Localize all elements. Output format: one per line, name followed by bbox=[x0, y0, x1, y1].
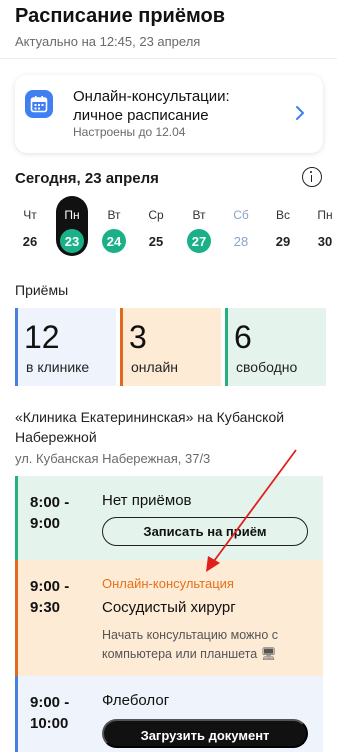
slot-title: Сосудистый хирург bbox=[102, 599, 236, 616]
slot-title: Флеболог bbox=[102, 692, 170, 709]
day-item[interactable]: Чт 26 bbox=[14, 196, 46, 256]
day-number: 27 bbox=[191, 234, 207, 249]
header-divider bbox=[0, 58, 337, 59]
day-number: 28 bbox=[233, 234, 249, 249]
calendar-icon bbox=[25, 90, 53, 118]
online-card-title: Онлайн-консультации: личное расписание bbox=[73, 88, 230, 124]
upload-document-button[interactable]: Загрузить документ bbox=[102, 719, 308, 748]
day-number: 26 bbox=[22, 234, 38, 249]
today-label: Сегодня, 23 апреля bbox=[15, 170, 159, 187]
day-strip: Чт 26 Пн 23 Вт 24 Ср 25 Вт 27 Сб 28 Вс 2… bbox=[0, 196, 337, 256]
day-weekday: Вт bbox=[107, 208, 121, 222]
info-icon[interactable] bbox=[302, 167, 322, 187]
stat-accent-bar bbox=[15, 308, 18, 386]
slot-accent-bar bbox=[15, 676, 18, 752]
online-card-subtitle: Настроены до 12.04 bbox=[73, 125, 186, 139]
stat-value: 12 bbox=[24, 319, 60, 355]
stat-value: 6 bbox=[234, 319, 252, 355]
stat-accent-bar bbox=[120, 308, 123, 386]
clinic-name: «Клиника Екатерининская» на Кубанской На… bbox=[15, 409, 285, 445]
day-weekday: Чт bbox=[23, 208, 37, 222]
stat-label: в клинике bbox=[26, 359, 90, 375]
updated-timestamp: Актуально на 12:45, 23 апреля bbox=[15, 34, 201, 49]
time-slot: 9:00 - 10:00 Флеболог Загрузить документ bbox=[15, 676, 323, 752]
clinic-address: ул. Кубанская Набережная, 37/3 bbox=[15, 451, 211, 466]
day-weekday: Пн bbox=[64, 208, 80, 222]
slot-accent-bar bbox=[15, 476, 18, 560]
day-item[interactable]: Ср 25 bbox=[140, 196, 172, 256]
day-weekday: Сб bbox=[233, 208, 249, 222]
stat-label: онлайн bbox=[131, 359, 179, 375]
slot-title: Нет приёмов bbox=[102, 492, 192, 509]
book-appointment-button[interactable]: Записать на приём bbox=[102, 517, 308, 546]
slot-time: 8:00 - 9:00 bbox=[30, 494, 70, 532]
day-number: 29 bbox=[275, 234, 291, 249]
stat-in-clinic[interactable]: 12 в клинике bbox=[15, 308, 116, 386]
day-item[interactable]: Сб 28 bbox=[225, 196, 257, 256]
day-item-selected[interactable]: Пн 23 bbox=[56, 196, 88, 256]
page-title: Расписание приёмов bbox=[15, 5, 225, 27]
day-item[interactable]: Вт 27 bbox=[183, 196, 215, 256]
slot-note: Начать консультацию можно с компьютера и… bbox=[102, 628, 278, 661]
appointments-label: Приёмы bbox=[15, 282, 69, 298]
day-weekday: Вс bbox=[275, 208, 290, 222]
day-item[interactable]: Вс 29 bbox=[267, 196, 299, 256]
stat-free[interactable]: 6 свободно bbox=[225, 308, 326, 386]
stat-value: 3 bbox=[129, 319, 147, 355]
day-weekday: Ср bbox=[148, 208, 164, 222]
day-number: 25 bbox=[148, 234, 164, 249]
page-header: Расписание приёмов Актуально на 12:45, 2… bbox=[15, 4, 225, 49]
stat-accent-bar bbox=[225, 308, 228, 386]
day-item[interactable]: Вт 24 bbox=[98, 196, 130, 256]
online-consultation-tag: Онлайн-консультация bbox=[102, 576, 234, 591]
slot-time: 9:00 - 10:00 bbox=[30, 694, 70, 732]
time-slot: 8:00 - 9:00 Нет приёмов Записать на приё… bbox=[15, 476, 323, 560]
stat-online[interactable]: 3 онлайн bbox=[120, 308, 221, 386]
day-number: 24 bbox=[106, 234, 122, 249]
stat-label: свободно bbox=[236, 359, 298, 375]
day-item[interactable]: Пн 30 bbox=[309, 196, 337, 256]
day-weekday: Пн bbox=[317, 208, 333, 222]
time-slot[interactable]: 9:00 - 9:30 Онлайн-консультация Сосудист… bbox=[15, 560, 323, 676]
online-schedule-card[interactable]: Онлайн-консультации: личное расписание Н… bbox=[15, 75, 323, 153]
slot-accent-bar bbox=[15, 560, 18, 676]
day-number: 23 bbox=[64, 234, 80, 249]
day-number: 30 bbox=[317, 234, 333, 249]
chevron-right-icon bbox=[296, 106, 304, 120]
day-weekday: Вт bbox=[192, 208, 206, 222]
slot-time: 9:00 - 9:30 bbox=[30, 578, 70, 616]
